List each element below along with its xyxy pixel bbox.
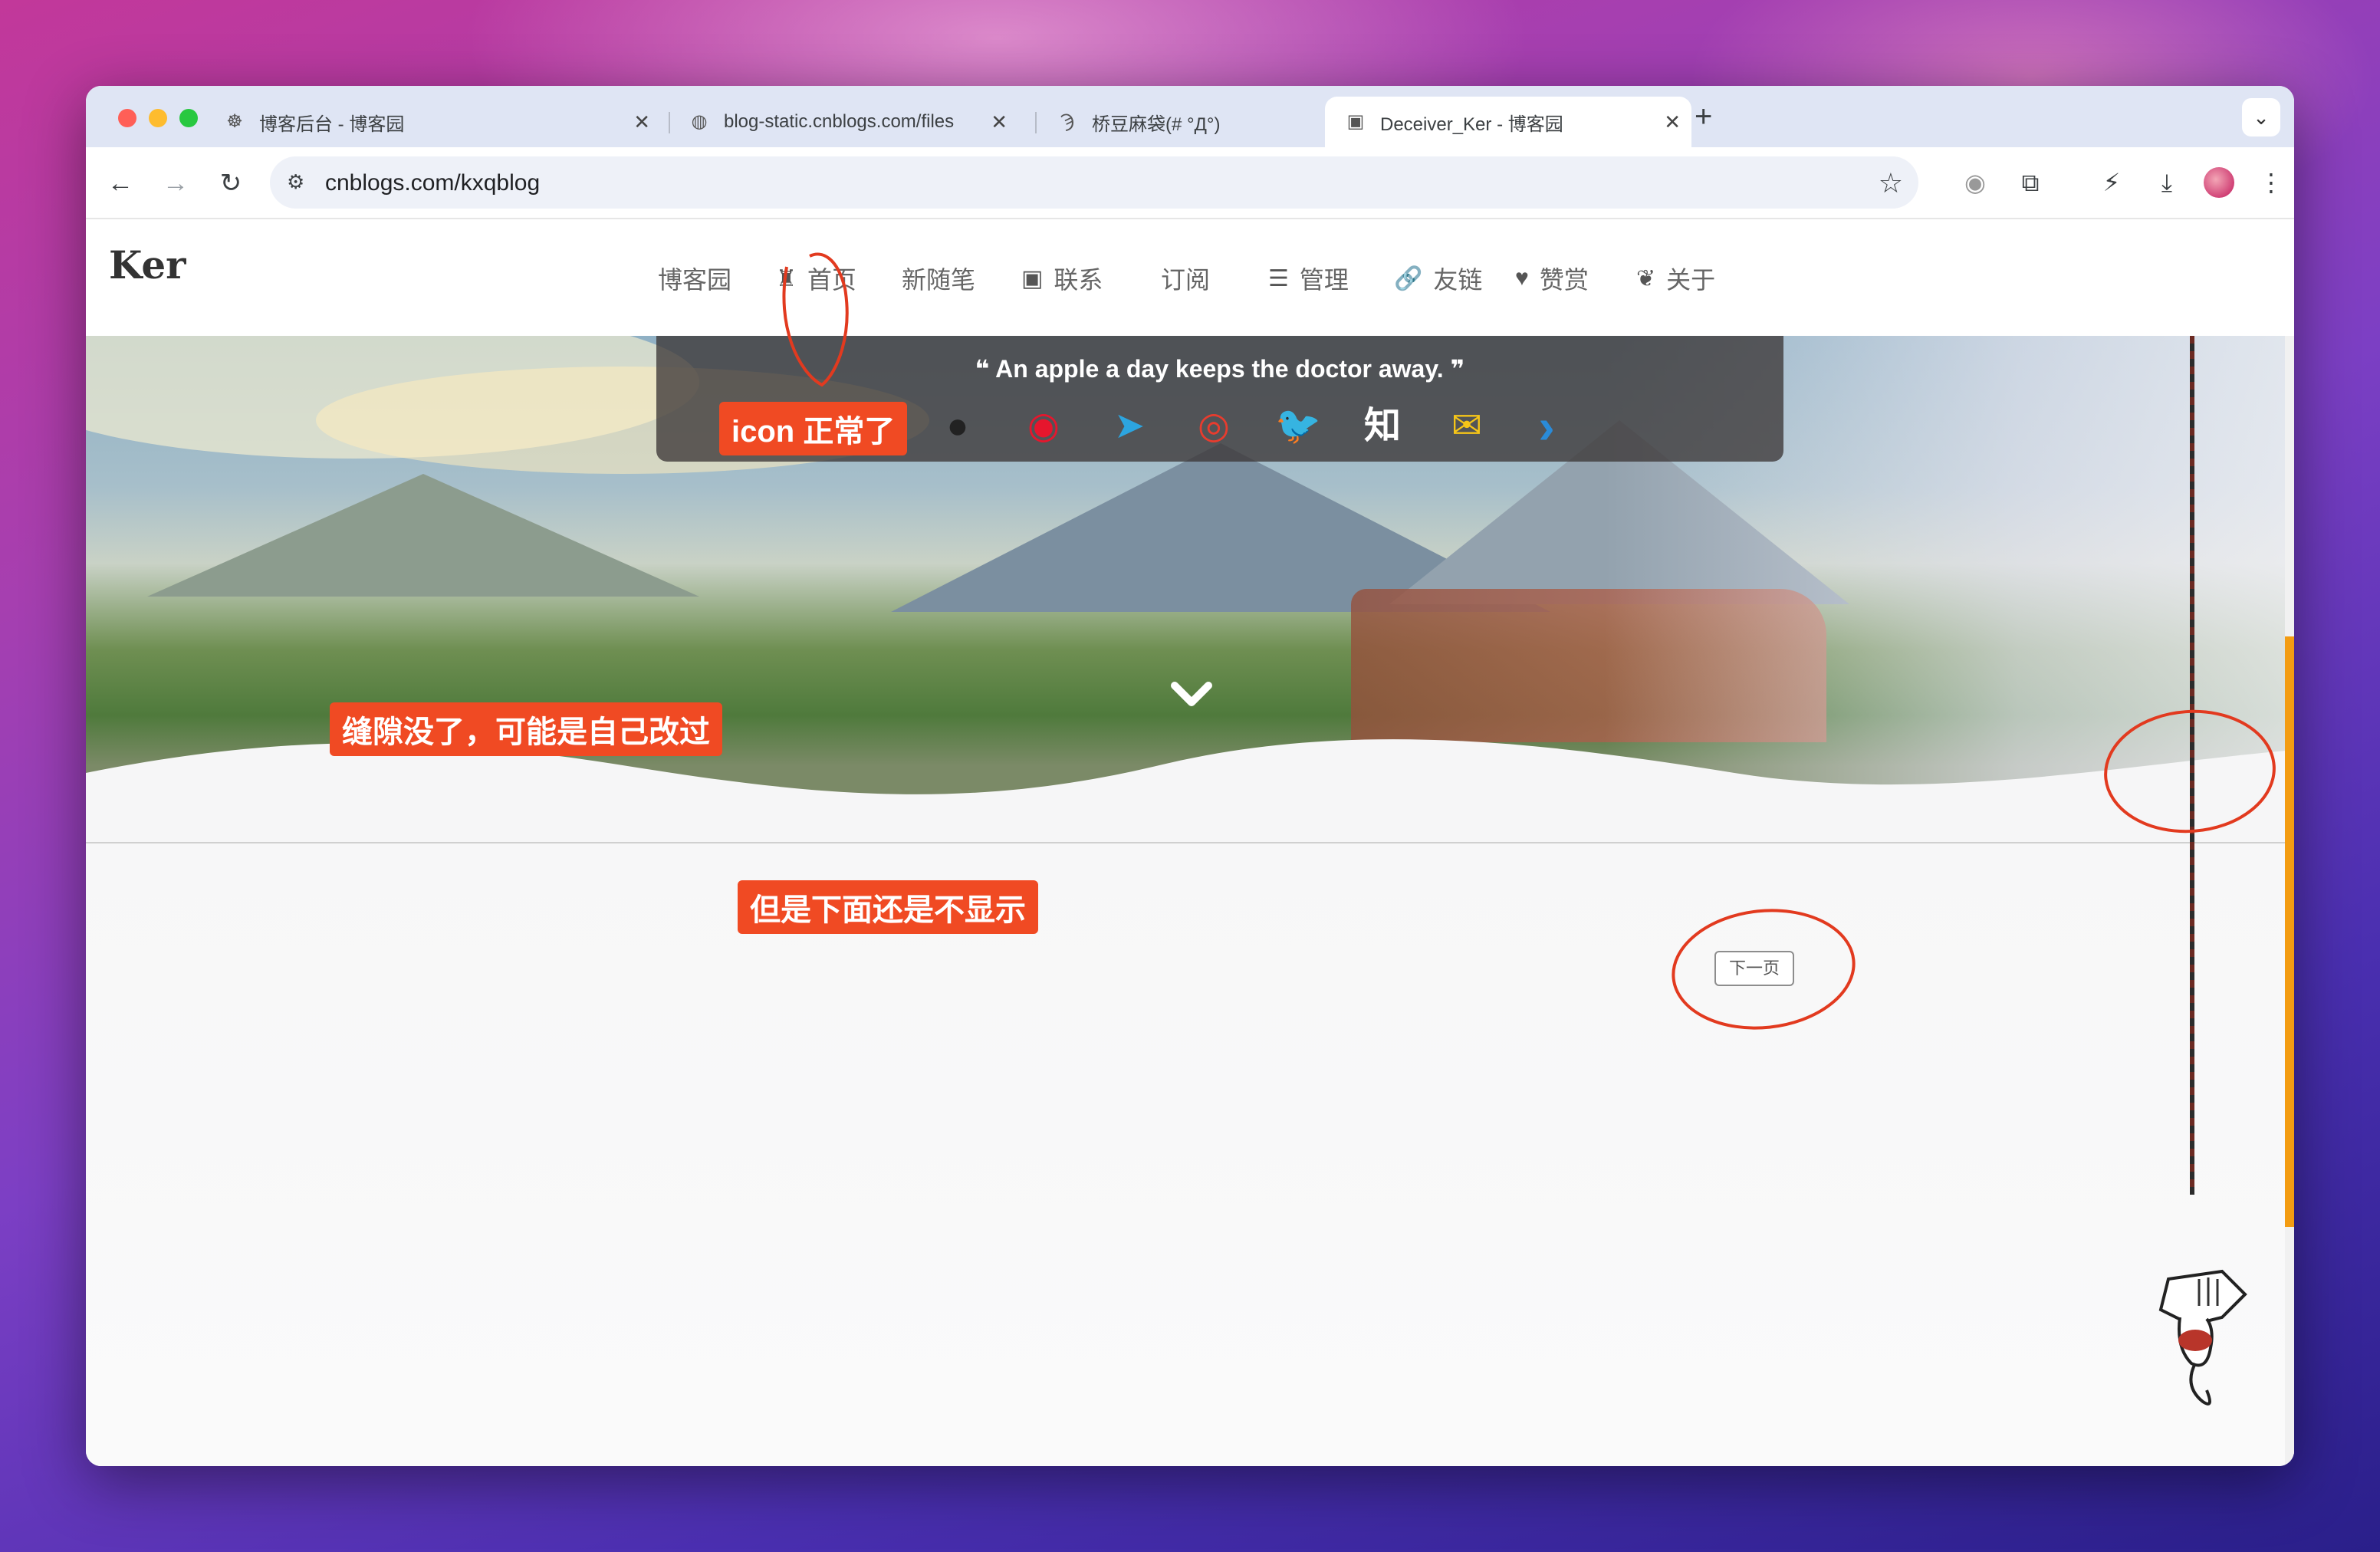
- nav-item-subscribe[interactable]: 订阅: [1161, 261, 1210, 296]
- performance-icon[interactable]: ⚡: [2093, 164, 2130, 201]
- close-window-button[interactable]: [118, 109, 136, 127]
- annotation-label: 但是下面还是不显示: [738, 880, 1038, 934]
- tab-title: 博客后台 - 博客园: [259, 113, 405, 135]
- twitter-icon[interactable]: 🐦: [1274, 405, 1322, 448]
- nav-item-new-post[interactable]: 新随笔: [902, 261, 975, 296]
- forward-button[interactable]: →: [158, 166, 193, 201]
- reload-button[interactable]: ↻: [213, 166, 248, 201]
- link-icon: 🔗: [1394, 265, 1423, 291]
- address-bar[interactable]: ⚙ cnblogs.com/kxqblog ☆: [270, 156, 1918, 209]
- weibo-icon[interactable]: ◉: [1020, 405, 1067, 448]
- netease-music-icon[interactable]: ◎: [1190, 405, 1238, 448]
- browser-toolbar: ← → ↻ ⚙ cnblogs.com/kxqblog ☆ ◉ ⧉ ⚡ ⤓ ⋮: [86, 147, 2294, 219]
- new-tab-button[interactable]: +: [1695, 100, 1712, 134]
- chevron-right-icon[interactable]: ›: [1523, 402, 1570, 451]
- bookmark-star-icon[interactable]: ☆: [1879, 167, 1903, 199]
- main-content-area: [86, 843, 2294, 1466]
- next-page-button[interactable]: 下一页: [1714, 951, 1794, 986]
- quote-open-icon: ❝: [975, 355, 996, 383]
- quote-text: ❝ An apple a day keeps the doctor away. …: [656, 354, 1783, 383]
- scroll-down-chevron-icon[interactable]: [1169, 672, 1215, 718]
- castle-icon: ♜: [776, 265, 797, 291]
- nav-item-label: 赞赏: [1539, 266, 1589, 294]
- tab-deceiver-ker[interactable]: ▣ Deceiver_Ker - 博客园 ✕: [1325, 97, 1691, 147]
- github-icon[interactable]: ●: [934, 405, 981, 448]
- contact-icon: ▣: [1021, 265, 1044, 291]
- tab-close-icon[interactable]: ✕: [1664, 110, 1681, 134]
- quote-close-icon: ❞: [1443, 355, 1465, 383]
- quote-content: An apple a day keeps the doctor away.: [995, 355, 1444, 383]
- nav-item-label: 订阅: [1161, 266, 1211, 294]
- telegram-icon[interactable]: ➤: [1106, 405, 1153, 448]
- download-icon[interactable]: ⤓: [2148, 164, 2185, 201]
- site-header: Ker 博客园 ♜ 首页 新随笔 ▣ 联系 订阅 ☰ 管理 🔗 友链 ♥ 赞赏 …: [86, 219, 2294, 336]
- zoom-window-button[interactable]: [179, 109, 198, 127]
- tab-search-button[interactable]: ⌄: [2242, 98, 2280, 136]
- back-to-top-rope[interactable]: [2190, 336, 2194, 1195]
- site-logo[interactable]: Ker: [109, 242, 186, 288]
- cat-back-to-top-icon[interactable]: [2138, 1264, 2253, 1417]
- tab-title: 桥豆麻袋(# °Д°): [1092, 113, 1221, 135]
- nav-item-label: 关于: [1666, 266, 1716, 294]
- leaf-icon: ❦: [1636, 265, 1656, 291]
- cnblogs-icon: ☸: [226, 111, 243, 132]
- globe-icon: ◍: [691, 111, 708, 132]
- nav-item-contact[interactable]: ▣ 联系: [1021, 261, 1103, 296]
- more-menu-icon[interactable]: ⋮: [2253, 164, 2290, 201]
- nav-item-donate[interactable]: ♥ 赞赏: [1515, 261, 1589, 296]
- mountain: [147, 474, 699, 597]
- nav-item-label: 管理: [1299, 266, 1349, 294]
- annotation-label: 缝隙没了，可能是自己改过: [330, 702, 722, 756]
- annotation-label: icon 正常了: [719, 402, 908, 455]
- minimize-window-button[interactable]: [149, 109, 167, 127]
- extensions-puzzle-icon[interactable]: ⧉: [2012, 164, 2049, 201]
- extension-icon[interactable]: ◉: [1957, 164, 1994, 201]
- nav-item-label: 新随笔: [902, 266, 976, 294]
- site-icon: Ϡ: [1060, 111, 1075, 132]
- mail-icon[interactable]: ✉: [1443, 405, 1491, 448]
- nav-item-label: 博客园: [658, 266, 732, 294]
- nav-item-cnblogs[interactable]: 博客园: [658, 261, 731, 296]
- scrollbar-thumb[interactable]: [2285, 636, 2294, 1227]
- url-text: cnblogs.com/kxqblog: [325, 170, 541, 196]
- blog-icon: ▣: [1346, 111, 1365, 132]
- nav-item-label: 友链: [1433, 266, 1483, 294]
- hero-banner: ❝ An apple a day keeps the doctor away. …: [86, 336, 2294, 842]
- back-button[interactable]: ←: [103, 166, 138, 201]
- tab-blog-static[interactable]: ◍ blog-static.cnblogs.com/files ✕: [604, 97, 1018, 147]
- tab-title: blog-static.cnblogs.com/files: [724, 111, 955, 132]
- page-scrollbar[interactable]: [2285, 336, 2294, 1466]
- nav-item-manage[interactable]: ☰ 管理: [1268, 261, 1349, 296]
- nav-item-label: 首页: [807, 266, 856, 294]
- tab-strip: ☸ 博客后台 - 博客园 ✕ ◍ blog-static.cnblogs.com…: [86, 86, 2294, 147]
- profile-avatar[interactable]: [2204, 167, 2234, 198]
- nav-item-home[interactable]: ♜ 首页: [776, 261, 856, 296]
- heart-icon: ♥: [1515, 265, 1529, 291]
- nav-item-label: 联系: [1054, 266, 1103, 294]
- nav-item-about[interactable]: ❦ 关于: [1636, 261, 1715, 296]
- tab-cnblogs-admin[interactable]: ☸ 博客后台 - 博客园 ✕: [224, 97, 661, 147]
- list-icon: ☰: [1268, 265, 1289, 291]
- site-settings-icon[interactable]: ⚙: [287, 170, 311, 195]
- browser-window: ☸ 博客后台 - 博客园 ✕ ◍ blog-static.cnblogs.com…: [86, 86, 2294, 1466]
- nav-item-friend-links[interactable]: 🔗 友链: [1394, 261, 1482, 296]
- tab-title: Deceiver_Ker - 博客园: [1380, 113, 1563, 135]
- web-page: Ker 博客园 ♜ 首页 新随笔 ▣ 联系 订阅 ☰ 管理 🔗 友链 ♥ 赞赏 …: [86, 219, 2294, 1466]
- zhihu-icon[interactable]: 知: [1359, 405, 1406, 448]
